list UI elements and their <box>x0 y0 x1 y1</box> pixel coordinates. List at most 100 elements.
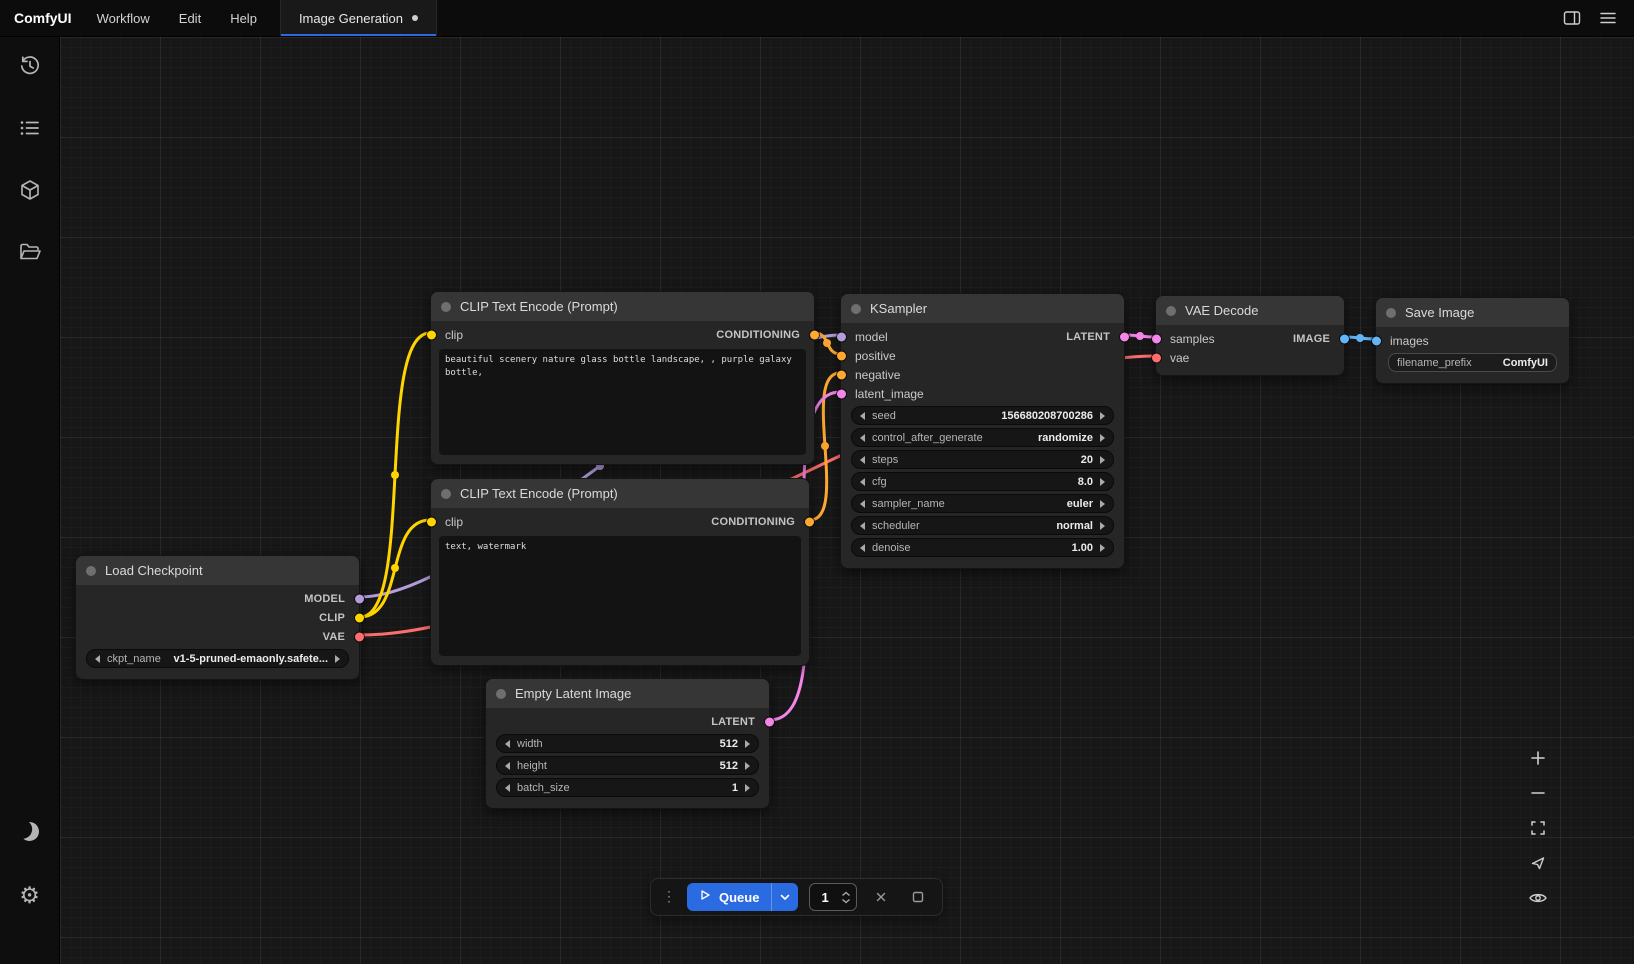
input-port-clip[interactable] <box>427 517 436 526</box>
toggle-visibility-eye-icon[interactable] <box>1528 888 1548 908</box>
input-port-images[interactable] <box>1372 336 1381 345</box>
node-header[interactable]: Load Checkpoint <box>76 556 359 585</box>
prev-arrow-icon[interactable] <box>505 784 510 792</box>
theme-toggle-moon-icon[interactable] <box>17 818 43 844</box>
next-arrow-icon[interactable] <box>1100 500 1105 508</box>
node-header[interactable]: CLIP Text Encode (Prompt) <box>431 292 814 321</box>
zoom-in-icon[interactable] <box>1528 748 1548 768</box>
widget-control-after-generate[interactable]: control_after_generate randomize <box>851 428 1114 447</box>
node-save-image[interactable]: Save Image images filename_prefix ComfyU… <box>1375 297 1570 384</box>
output-port-latent[interactable] <box>765 717 774 726</box>
prev-arrow-icon[interactable] <box>860 522 865 530</box>
tab-image-generation[interactable]: Image Generation <box>281 0 437 36</box>
topbar-spacer <box>437 0 1558 36</box>
next-arrow-icon[interactable] <box>745 784 750 792</box>
next-arrow-icon[interactable] <box>1100 434 1105 442</box>
widget-batch-size[interactable]: batch_size 1 <box>496 778 759 797</box>
node-graph-canvas[interactable]: Load Checkpoint MODEL CLIP VAE ckpt_name… <box>60 37 1634 964</box>
node-empty-latent-image[interactable]: Empty Latent Image LATENT width 512 heig… <box>485 678 770 809</box>
node-header[interactable]: Empty Latent Image <box>486 679 769 708</box>
node-vae-decode[interactable]: VAE Decode samples IMAGE vae <box>1155 295 1345 376</box>
output-port-conditioning[interactable] <box>805 517 814 526</box>
workflows-folder-icon[interactable] <box>17 239 43 265</box>
prev-arrow-icon[interactable] <box>95 655 100 663</box>
prev-arrow-icon[interactable] <box>860 456 865 464</box>
prev-arrow-icon[interactable] <box>860 500 865 508</box>
next-arrow-icon[interactable] <box>335 655 340 663</box>
next-arrow-icon[interactable] <box>1100 544 1105 552</box>
collapse-dot-icon[interactable] <box>441 489 451 499</box>
prev-arrow-icon[interactable] <box>505 740 510 748</box>
next-arrow-icon[interactable] <box>1100 456 1105 464</box>
zoom-out-icon[interactable] <box>1528 783 1548 803</box>
input-port-latent-image[interactable] <box>837 389 846 398</box>
node-header[interactable]: CLIP Text Encode (Prompt) <box>431 479 809 508</box>
input-port-samples[interactable] <box>1152 334 1161 343</box>
settings-gear-icon[interactable] <box>17 882 43 908</box>
menu-workflow[interactable]: Workflow <box>92 11 155 26</box>
input-port-positive[interactable] <box>837 351 846 360</box>
output-port-clip[interactable] <box>355 613 364 622</box>
widget-height[interactable]: height 512 <box>496 756 759 775</box>
prev-arrow-icon[interactable] <box>505 762 510 770</box>
widget-sampler-name[interactable]: sampler_name euler <box>851 494 1114 513</box>
prompt-textarea[interactable]: text, watermark <box>439 536 801 656</box>
node-clip-text-encode-positive[interactable]: CLIP Text Encode (Prompt) clip CONDITION… <box>430 291 815 465</box>
menu-edit[interactable]: Edit <box>174 11 206 26</box>
drag-handle-icon[interactable] <box>662 888 676 906</box>
node-clip-text-encode-negative[interactable]: CLIP Text Encode (Prompt) clip CONDITION… <box>430 478 810 666</box>
widget-steps[interactable]: steps 20 <box>851 450 1114 469</box>
stop-square-icon[interactable] <box>905 884 931 910</box>
widget-scheduler[interactable]: scheduler normal <box>851 516 1114 535</box>
output-port-conditioning[interactable] <box>810 330 819 339</box>
prev-arrow-icon[interactable] <box>860 434 865 442</box>
next-arrow-icon[interactable] <box>1100 478 1105 486</box>
widget-width[interactable]: width 512 <box>496 734 759 753</box>
collapse-dot-icon[interactable] <box>496 689 506 699</box>
prev-arrow-icon[interactable] <box>860 544 865 552</box>
prompt-textarea[interactable]: beautiful scenery nature glass bottle la… <box>439 349 806 455</box>
workflow-history-icon[interactable] <box>17 53 43 79</box>
cancel-x-icon[interactable] <box>868 884 894 910</box>
queue-options-button[interactable] <box>772 883 798 911</box>
widget-denoise[interactable]: denoise 1.00 <box>851 538 1114 557</box>
widget-ckpt-name[interactable]: ckpt_name v1-5-pruned-emaonly.safete... <box>86 649 349 668</box>
collapse-dot-icon[interactable] <box>1166 306 1176 316</box>
collapse-dot-icon[interactable] <box>441 302 451 312</box>
next-arrow-icon[interactable] <box>1100 412 1105 420</box>
input-port-vae[interactable] <box>1152 353 1161 362</box>
fit-view-icon[interactable] <box>1528 818 1548 838</box>
batch-count-input[interactable]: 1 <box>809 883 857 911</box>
output-port-image[interactable] <box>1340 334 1349 343</box>
next-arrow-icon[interactable] <box>745 762 750 770</box>
menu-help[interactable]: Help <box>225 11 262 26</box>
pointer-mode-icon[interactable] <box>1528 853 1548 873</box>
input-port-clip[interactable] <box>427 330 436 339</box>
node-load-checkpoint[interactable]: Load Checkpoint MODEL CLIP VAE ckpt_name… <box>75 555 360 680</box>
widget-cfg[interactable]: cfg 8.0 <box>851 472 1114 491</box>
output-port-model[interactable] <box>355 594 364 603</box>
collapse-dot-icon[interactable] <box>86 566 96 576</box>
queue-button[interactable]: Queue <box>687 883 771 911</box>
output-port-latent[interactable] <box>1120 332 1129 341</box>
node-header[interactable]: Save Image <box>1376 298 1569 327</box>
toggle-panel-icon[interactable] <box>1558 4 1586 32</box>
node-header[interactable]: VAE Decode <box>1156 296 1344 325</box>
input-port-negative[interactable] <box>837 370 846 379</box>
prev-arrow-icon[interactable] <box>860 412 865 420</box>
batch-stepper-buttons[interactable] <box>841 891 851 904</box>
input-port-model[interactable] <box>837 332 846 341</box>
queue-list-icon[interactable] <box>17 115 43 141</box>
widget-filename-prefix[interactable]: filename_prefix ComfyUI <box>1388 353 1557 372</box>
prev-arrow-icon[interactable] <box>860 478 865 486</box>
next-arrow-icon[interactable] <box>1100 522 1105 530</box>
widget-seed[interactable]: seed 156680208700286 <box>851 406 1114 425</box>
node-header[interactable]: KSampler <box>841 294 1124 323</box>
model-library-icon[interactable] <box>17 177 43 203</box>
node-ksampler[interactable]: KSampler model LATENT positive negative … <box>840 293 1125 569</box>
hamburger-menu-icon[interactable] <box>1594 4 1622 32</box>
collapse-dot-icon[interactable] <box>1386 308 1396 318</box>
collapse-dot-icon[interactable] <box>851 304 861 314</box>
output-port-vae[interactable] <box>355 632 364 641</box>
next-arrow-icon[interactable] <box>745 740 750 748</box>
